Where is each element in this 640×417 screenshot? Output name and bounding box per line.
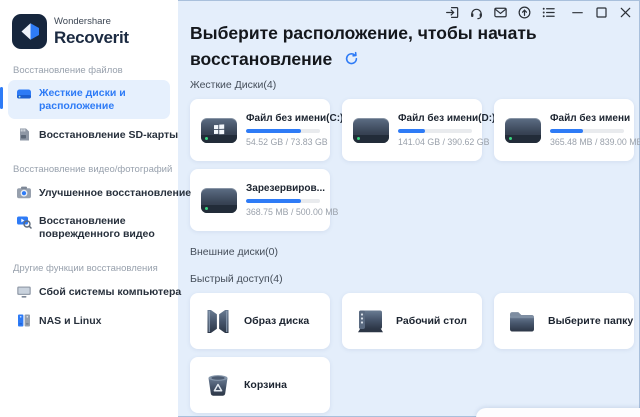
disk-card-d[interactable]: Файл без имени(D:) 141.04 GB / 390.62 GB [342, 99, 482, 161]
quick-card-recycle-bin[interactable]: Корзина [190, 357, 330, 413]
sidebar-item-label: Восстановление SD-карты [39, 128, 178, 142]
hard-disks-row-2: Зарезервиров... 368.75 MB / 500.00 MB [190, 169, 640, 231]
feedback-mail-icon[interactable] [493, 5, 508, 20]
recoverit-logo-icon [12, 14, 47, 49]
disk-usage-bar [246, 199, 320, 203]
sidebar-item-label: NAS и Linux [39, 314, 101, 328]
sidebar-item-label: Улучшенное восстановление [39, 186, 191, 200]
drive-icon [505, 118, 541, 143]
sd-card-icon [16, 127, 32, 142]
recycle-bin-icon [203, 372, 233, 399]
quick-card-desktop[interactable]: Рабочий стол [342, 293, 482, 349]
titlebar-toolbar [445, 5, 633, 20]
hard-disks-section-label: Жесткие Диски(4) [190, 79, 640, 91]
windows-drive-icon [201, 118, 237, 143]
quick-access-section-label: Быстрый доступ(4) [190, 273, 640, 285]
disk-usage-bar [398, 129, 472, 133]
disk-card-unnamed[interactable]: Файл без имени 365.48 MB / 839.00 MB [494, 99, 634, 161]
page-title: Выберите расположение, чтобы начать восс… [190, 20, 640, 72]
maximize-icon[interactable] [594, 5, 609, 20]
quick-access-row-2: Корзина [190, 357, 640, 413]
desktop-icon [355, 308, 385, 335]
quick-card-label: Рабочий стол [396, 315, 467, 327]
refresh-icon[interactable] [344, 47, 359, 62]
sidebar: Wondershare Recoverit Восстановление фай… [0, 0, 178, 417]
folder-icon [507, 308, 537, 335]
disk-image-icon [203, 308, 233, 335]
sidebar-item-label: Восстановление поврежденного видео [39, 214, 162, 241]
quick-access-row-1: Образ диска Рабочий стол [190, 293, 640, 349]
sidebar-item-enhanced-recovery[interactable]: Улучшенное восстановление [8, 179, 170, 206]
sidebar-item-sd-card[interactable]: Восстановление SD-карты [8, 121, 170, 148]
computer-icon [16, 284, 32, 299]
disk-name: Файл без имени(D:) [398, 113, 472, 124]
disk-size: 365.48 MB / 839.00 MB [550, 137, 624, 147]
disk-card-c[interactable]: Файл без имени(C:) 54.52 GB / 73.83 GB [190, 99, 330, 161]
sidebar-section-video-photo: Восстановление видео/фотографий [13, 164, 178, 175]
upgrade-icon[interactable] [517, 5, 532, 20]
sidebar-section-file-recovery: Восстановление файлов [13, 65, 178, 76]
brand-product: Recoverit [54, 29, 129, 46]
support-headset-icon[interactable] [469, 5, 484, 20]
hard-disks-row-1: Файл без имени(C:) 54.52 GB / 73.83 GB Ф… [190, 99, 640, 161]
sidebar-item-hard-drives[interactable]: Жесткие диски и расположение [8, 80, 170, 119]
selected-indicator [0, 87, 3, 109]
login-icon[interactable] [445, 5, 460, 20]
quick-card-label: Корзина [244, 379, 287, 391]
sidebar-item-system-crash[interactable]: Сбой системы компьютера [8, 278, 170, 305]
disk-usage-bar [246, 129, 320, 133]
recoverit-window: Wondershare Recoverit Восстановление фай… [0, 0, 640, 417]
sidebar-item-label: Сбой системы компьютера [39, 285, 181, 299]
minimize-icon[interactable] [570, 5, 585, 20]
quick-card-choose-folder[interactable]: Выберите папку [494, 293, 634, 349]
hard-drive-icon [16, 86, 32, 101]
external-disks-section-label: Внешние диски(0) [190, 246, 640, 258]
disk-card-reserved[interactable]: Зарезервиров... 368.75 MB / 500.00 MB [190, 169, 330, 231]
disk-size: 54.52 GB / 73.83 GB [246, 137, 320, 147]
menu-list-icon[interactable] [541, 5, 556, 20]
app-logo: Wondershare Recoverit [0, 0, 178, 49]
nas-server-icon [16, 313, 32, 328]
quick-card-label: Образ диска [244, 315, 309, 327]
sidebar-item-nas-linux[interactable]: NAS и Linux [8, 307, 170, 334]
sidebar-item-corrupted-video[interactable]: Восстановление поврежденного видео [8, 208, 170, 247]
sidebar-section-other: Другие функции восстановления [13, 263, 178, 274]
disk-name: Зарезервиров... [246, 183, 320, 194]
camera-icon [16, 185, 32, 200]
drive-icon [201, 188, 237, 213]
close-icon[interactable] [618, 5, 633, 20]
main-panel: Выберите расположение, чтобы начать восс… [178, 0, 640, 417]
brand-company: Wondershare [54, 17, 129, 27]
disk-name: Файл без имени [550, 113, 624, 124]
disk-size: 141.04 GB / 390.62 GB [398, 137, 472, 147]
disk-name: Файл без имени(C:) [246, 113, 320, 124]
quick-card-disk-image[interactable]: Образ диска [190, 293, 330, 349]
video-repair-icon [16, 214, 32, 229]
disk-size: 368.75 MB / 500.00 MB [246, 207, 320, 217]
drive-icon [353, 118, 389, 143]
sidebar-item-label: Жесткие диски и расположение [39, 86, 162, 113]
popup-panel-corner [476, 408, 640, 417]
disk-usage-bar [550, 129, 624, 133]
quick-card-label: Выберите папку [548, 315, 633, 327]
